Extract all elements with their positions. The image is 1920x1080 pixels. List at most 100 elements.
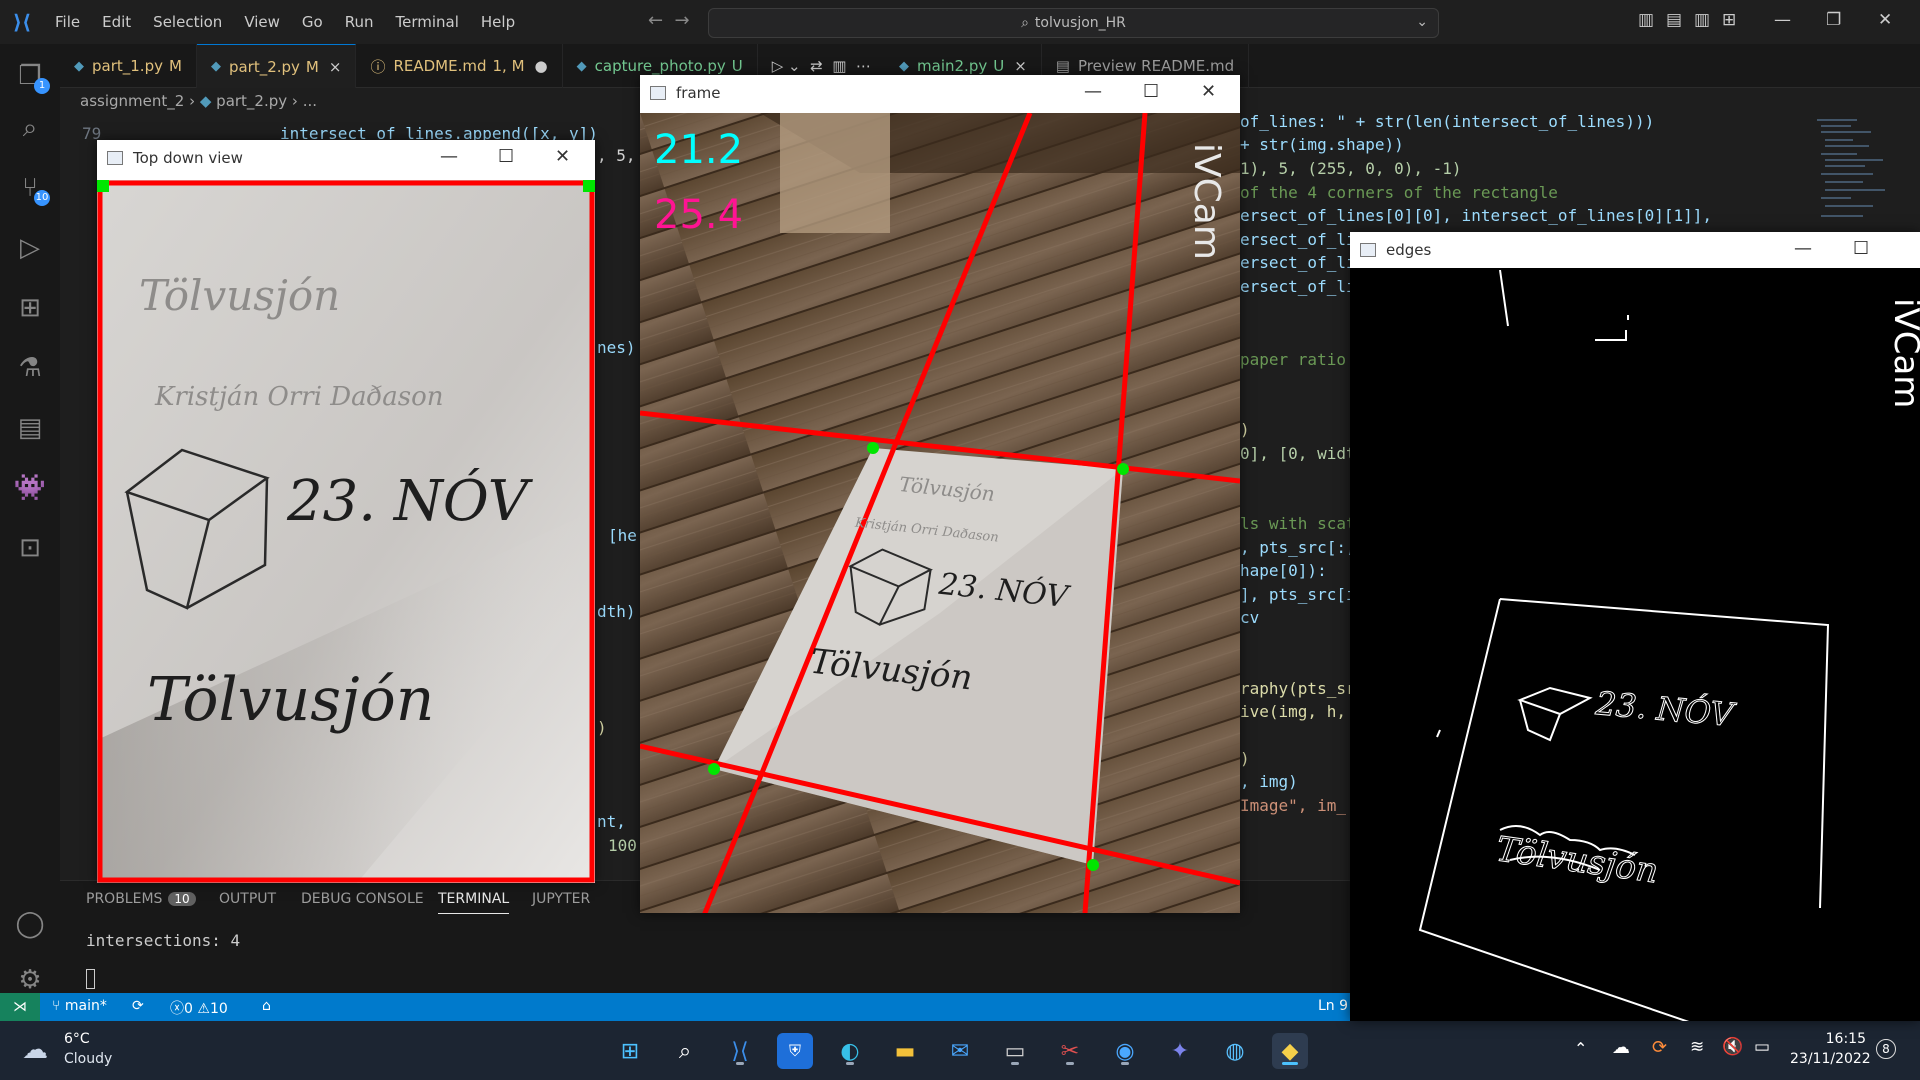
run-icon[interactable]: ▷ <box>772 57 784 75</box>
minimap[interactable] <box>1815 115 1895 235</box>
start-icon[interactable]: ⊞ <box>612 1033 648 1069</box>
weather-temp[interactable]: 6°C <box>64 1031 90 1047</box>
branch-status[interactable]: ⑂ main* <box>52 998 107 1014</box>
volume-muted-icon[interactable]: 🔇 <box>1722 1037 1743 1057</box>
tab-label: part_1.py <box>92 57 163 75</box>
search-icon[interactable]: ⌕ <box>0 104 60 152</box>
close-icon[interactable]: ✕ <box>1201 81 1216 102</box>
code-right-line: 0], [0, widt <box>1240 444 1356 463</box>
edge-browser-icon[interactable]: ◐ <box>832 1033 868 1069</box>
window-title-bar[interactable]: edges — ☐ <box>1350 232 1920 268</box>
chevron-down-icon[interactable]: ⌄ <box>788 57 801 75</box>
vscode-taskbar-icon[interactable]: ⟩⟨ <box>722 1033 758 1069</box>
security-shield-icon[interactable]: ⛨ <box>777 1033 813 1069</box>
search-icon[interactable]: ⌕ <box>667 1033 703 1069</box>
camera-app-icon[interactable]: ◉ <box>1107 1033 1143 1069</box>
notification-badge[interactable]: 8 <box>1876 1039 1896 1059</box>
menu-go[interactable]: Go <box>302 13 323 31</box>
terminal-cursor[interactable] <box>86 969 95 989</box>
tab-output[interactable]: OUTPUT <box>219 891 276 907</box>
terminal-taskbar-icon[interactable]: ▭ <box>997 1033 1033 1069</box>
restore-icon[interactable]: ❐ <box>1826 10 1841 30</box>
toggle-panel-icon[interactable]: ▤ <box>1666 10 1682 30</box>
minimize-icon[interactable]: — <box>1084 81 1102 102</box>
chevron-up-icon[interactable]: ⌃ <box>1574 1039 1587 1058</box>
command-center-search[interactable]: ⌕ tolvusjon_HR ⌄ <box>708 8 1439 38</box>
menu-run[interactable]: Run <box>345 13 374 31</box>
cursor-position[interactable]: Ln 9 <box>1318 998 1348 1014</box>
minimize-icon[interactable]: — <box>1774 10 1791 30</box>
notebook-icon[interactable]: ▤ <box>0 404 60 452</box>
account-icon[interactable]: ◯ <box>0 900 60 948</box>
back-arrow-icon[interactable]: ← <box>648 10 663 31</box>
close-icon[interactable]: ✕ <box>1878 10 1892 30</box>
python-taskbar-icon[interactable]: ◆ <box>1272 1033 1308 1069</box>
explorer-icon[interactable]: ❐ 1 <box>0 52 60 100</box>
tab-close-icon[interactable]: × <box>1014 57 1027 75</box>
tab-readme[interactable]: ⓘ README.md 1, M ● <box>356 44 563 88</box>
branch-label: main* <box>64 998 107 1014</box>
wifi-icon[interactable]: ≋ <box>1690 1037 1704 1057</box>
problems-status[interactable]: ⓧ0 ⚠10 <box>170 998 228 1018</box>
window-title-bar[interactable]: frame — ☐ ✕ <box>640 75 1240 111</box>
tab-terminal[interactable]: TERMINAL <box>438 891 510 914</box>
chevron-down-icon[interactable]: ⌄ <box>1416 14 1428 30</box>
menu-bar: File Edit Selection View Go Run Terminal… <box>44 13 526 31</box>
unsaved-dot-icon[interactable]: ● <box>535 57 548 75</box>
split-editor-icon[interactable]: ▥ <box>832 57 846 75</box>
tab-debug-console[interactable]: DEBUG CONSOLE <box>301 891 424 907</box>
toggle-secondary-sidebar-icon[interactable]: ▥ <box>1694 10 1710 30</box>
home-icon[interactable]: ⌂ <box>262 998 271 1014</box>
clock-time[interactable]: 16:15 <box>1806 1031 1866 1047</box>
minimize-icon[interactable]: — <box>1794 238 1812 259</box>
clock-date[interactable]: 23/11/2022 <box>1790 1051 1871 1067</box>
menu-terminal[interactable]: Terminal <box>396 13 459 31</box>
tab-problems[interactable]: PROBLEMS 10 <box>86 891 196 907</box>
remote-explorer-icon[interactable]: ⊡ <box>0 524 60 572</box>
forward-arrow-icon[interactable]: → <box>675 10 690 31</box>
tab-label: README.md <box>393 57 487 75</box>
tab-part-2[interactable]: ◆ part_2.py M × <box>196 44 357 88</box>
breadcrumb-folder[interactable]: assignment_2 <box>80 92 184 110</box>
minimize-icon[interactable]: — <box>440 146 458 167</box>
remote-icon[interactable]: ⋊ <box>0 993 40 1021</box>
sync-tray-icon[interactable]: ⟳ <box>1652 1037 1667 1058</box>
onedrive-cloud-icon[interactable]: ☁ <box>1612 1037 1630 1058</box>
source-control-icon[interactable]: ⑂ 10 <box>0 164 60 212</box>
testing-icon[interactable]: ⚗ <box>0 344 60 392</box>
menu-help[interactable]: Help <box>481 13 515 31</box>
menu-selection[interactable]: Selection <box>153 13 222 31</box>
tab-part-1[interactable]: ◆ part_1.py M <box>60 44 197 88</box>
file-explorer-icon[interactable]: ▬ <box>887 1033 923 1069</box>
more-actions-icon[interactable]: ⋯ <box>856 57 871 75</box>
alien-extension-icon[interactable]: 👾 <box>0 464 60 512</box>
globe-app-icon[interactable]: ◍ <box>1217 1033 1253 1069</box>
code-right-line: 1), 5, (255, 0, 0), -1) <box>1240 159 1462 178</box>
menu-edit[interactable]: Edit <box>102 13 131 31</box>
window-title-bar[interactable]: Top down view — ☐ ✕ <box>97 140 595 176</box>
tab-jupyter[interactable]: JUPYTER <box>532 891 590 907</box>
breadcrumb-file[interactable]: part_2.py <box>216 92 287 110</box>
terminal-output: intersections: 4 <box>86 931 241 950</box>
fps-readout-a: 21.2 <box>654 127 743 173</box>
toggle-sidebar-icon[interactable]: ▥ <box>1638 10 1654 30</box>
window-app-icon <box>650 86 666 100</box>
teams-icon[interactable]: ✦ <box>1162 1033 1198 1069</box>
maximize-icon[interactable]: ☐ <box>1143 81 1159 102</box>
snipping-tool-icon[interactable]: ✂ <box>1052 1033 1088 1069</box>
mail-icon[interactable]: ✉ <box>942 1033 978 1069</box>
maximize-icon[interactable]: ☐ <box>498 146 514 167</box>
sync-icon[interactable]: ⟳ <box>132 998 144 1014</box>
extensions-icon[interactable]: ⊞ <box>0 284 60 332</box>
tab-close-icon[interactable]: × <box>329 58 342 76</box>
compare-icon[interactable]: ⇄ <box>810 57 823 75</box>
run-debug-icon[interactable]: ▷ <box>0 224 60 272</box>
customize-layout-icon[interactable]: ⊞ <box>1722 10 1736 30</box>
battery-icon[interactable]: ▭ <box>1754 1037 1770 1057</box>
maximize-icon[interactable]: ☐ <box>1853 238 1869 259</box>
menu-file[interactable]: File <box>55 13 80 31</box>
breadcrumb-symbol[interactable]: ... <box>303 92 317 110</box>
weather-desc[interactable]: Cloudy <box>64 1051 112 1067</box>
menu-view[interactable]: View <box>244 13 280 31</box>
close-icon[interactable]: ✕ <box>555 146 570 167</box>
